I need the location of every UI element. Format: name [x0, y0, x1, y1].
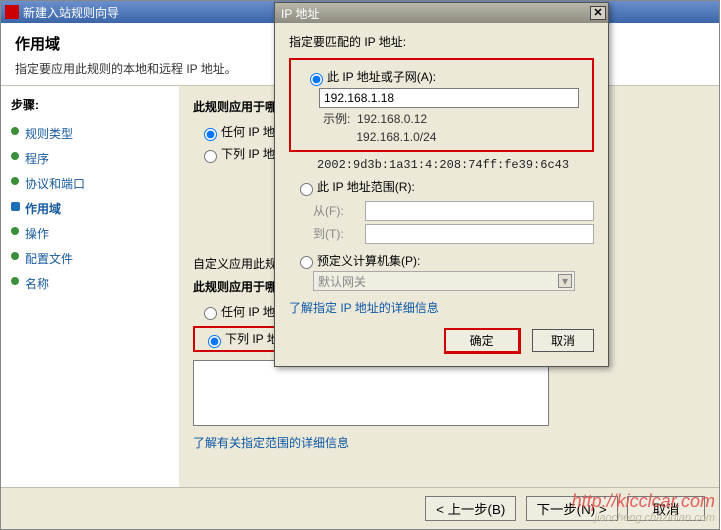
watermark: http://kicclcar.com jiaocheng.chazidian.… — [572, 491, 715, 524]
chevron-down-icon: ▾ — [558, 274, 572, 288]
wizard-sidebar: 步骤: 规则类型 程序 协议和端口 作用域 操作 配置文件 名称 — [1, 86, 179, 514]
radio-predef[interactable] — [300, 256, 313, 269]
radio-subnet[interactable] — [310, 73, 323, 86]
step-action[interactable]: 操作 — [7, 221, 173, 246]
back-button[interactable]: < 上一步(B) — [425, 496, 516, 521]
dialog-prompt: 指定要匹配的 IP 地址: — [289, 33, 594, 50]
learn-ip-link[interactable]: 了解指定 IP 地址的详细信息 — [289, 299, 439, 316]
opt-subnet-label: 此 IP 地址或子网(A): — [327, 70, 436, 84]
dialog-title-text: IP 地址 — [281, 5, 319, 22]
dialog-titlebar: IP 地址 ✕ — [275, 3, 608, 23]
remote-ip-listbox[interactable] — [193, 360, 549, 426]
ipv6-example: 2002:9d3b:1a31:4:208:74ff:fe39:6c43 — [317, 158, 594, 172]
wizard-title-text: 新建入站规则向导 — [23, 4, 119, 21]
example-1: 192.168.0.12 — [357, 112, 427, 126]
step-name[interactable]: 名称 — [7, 271, 173, 296]
subnet-input[interactable] — [319, 88, 579, 108]
predef-combo: 默认网关 ▾ — [313, 271, 575, 291]
opt-predef-label: 预定义计算机集(P): — [317, 254, 420, 268]
example-label: 示例: — [323, 112, 350, 126]
subnet-highlight: 此 IP 地址或子网(A): 示例: 192.168.0.12 192.168.… — [289, 58, 594, 152]
step-program[interactable]: 程序 — [7, 146, 173, 171]
ok-button[interactable]: 确定 — [444, 328, 521, 354]
close-icon[interactable]: ✕ — [590, 6, 606, 20]
step-scope[interactable]: 作用域 — [7, 196, 173, 221]
firewall-icon — [5, 5, 19, 19]
steps-label: 步骤: — [11, 96, 173, 113]
from-label: 从(F): — [313, 202, 365, 219]
range-to-input — [365, 224, 594, 244]
radio-any-remote[interactable] — [204, 307, 217, 320]
step-protocol[interactable]: 协议和端口 — [7, 171, 173, 196]
dialog-cancel-button[interactable]: 取消 — [532, 329, 594, 352]
step-profile[interactable]: 配置文件 — [7, 246, 173, 271]
range-from-input — [365, 201, 594, 221]
predef-value: 默认网关 — [318, 273, 366, 290]
watermark-main: http://kicclcar.com — [572, 491, 715, 511]
ip-address-dialog: IP 地址 ✕ 指定要匹配的 IP 地址: 此 IP 地址或子网(A): 示例:… — [274, 2, 609, 367]
radio-these-remote[interactable] — [208, 335, 221, 348]
step-rule-type[interactable]: 规则类型 — [7, 121, 173, 146]
example-2: 192.168.1.0/24 — [356, 130, 436, 144]
range-help-link[interactable]: 了解有关指定范围的详细信息 — [193, 434, 349, 451]
opt-range-label: 此 IP 地址范围(R): — [317, 180, 415, 194]
to-label: 到(T): — [313, 225, 365, 242]
watermark-sub: jiaocheng.chazidian.com — [572, 512, 715, 524]
radio-any-local[interactable] — [204, 128, 217, 141]
radio-these-local[interactable] — [204, 150, 217, 163]
radio-range[interactable] — [300, 183, 313, 196]
